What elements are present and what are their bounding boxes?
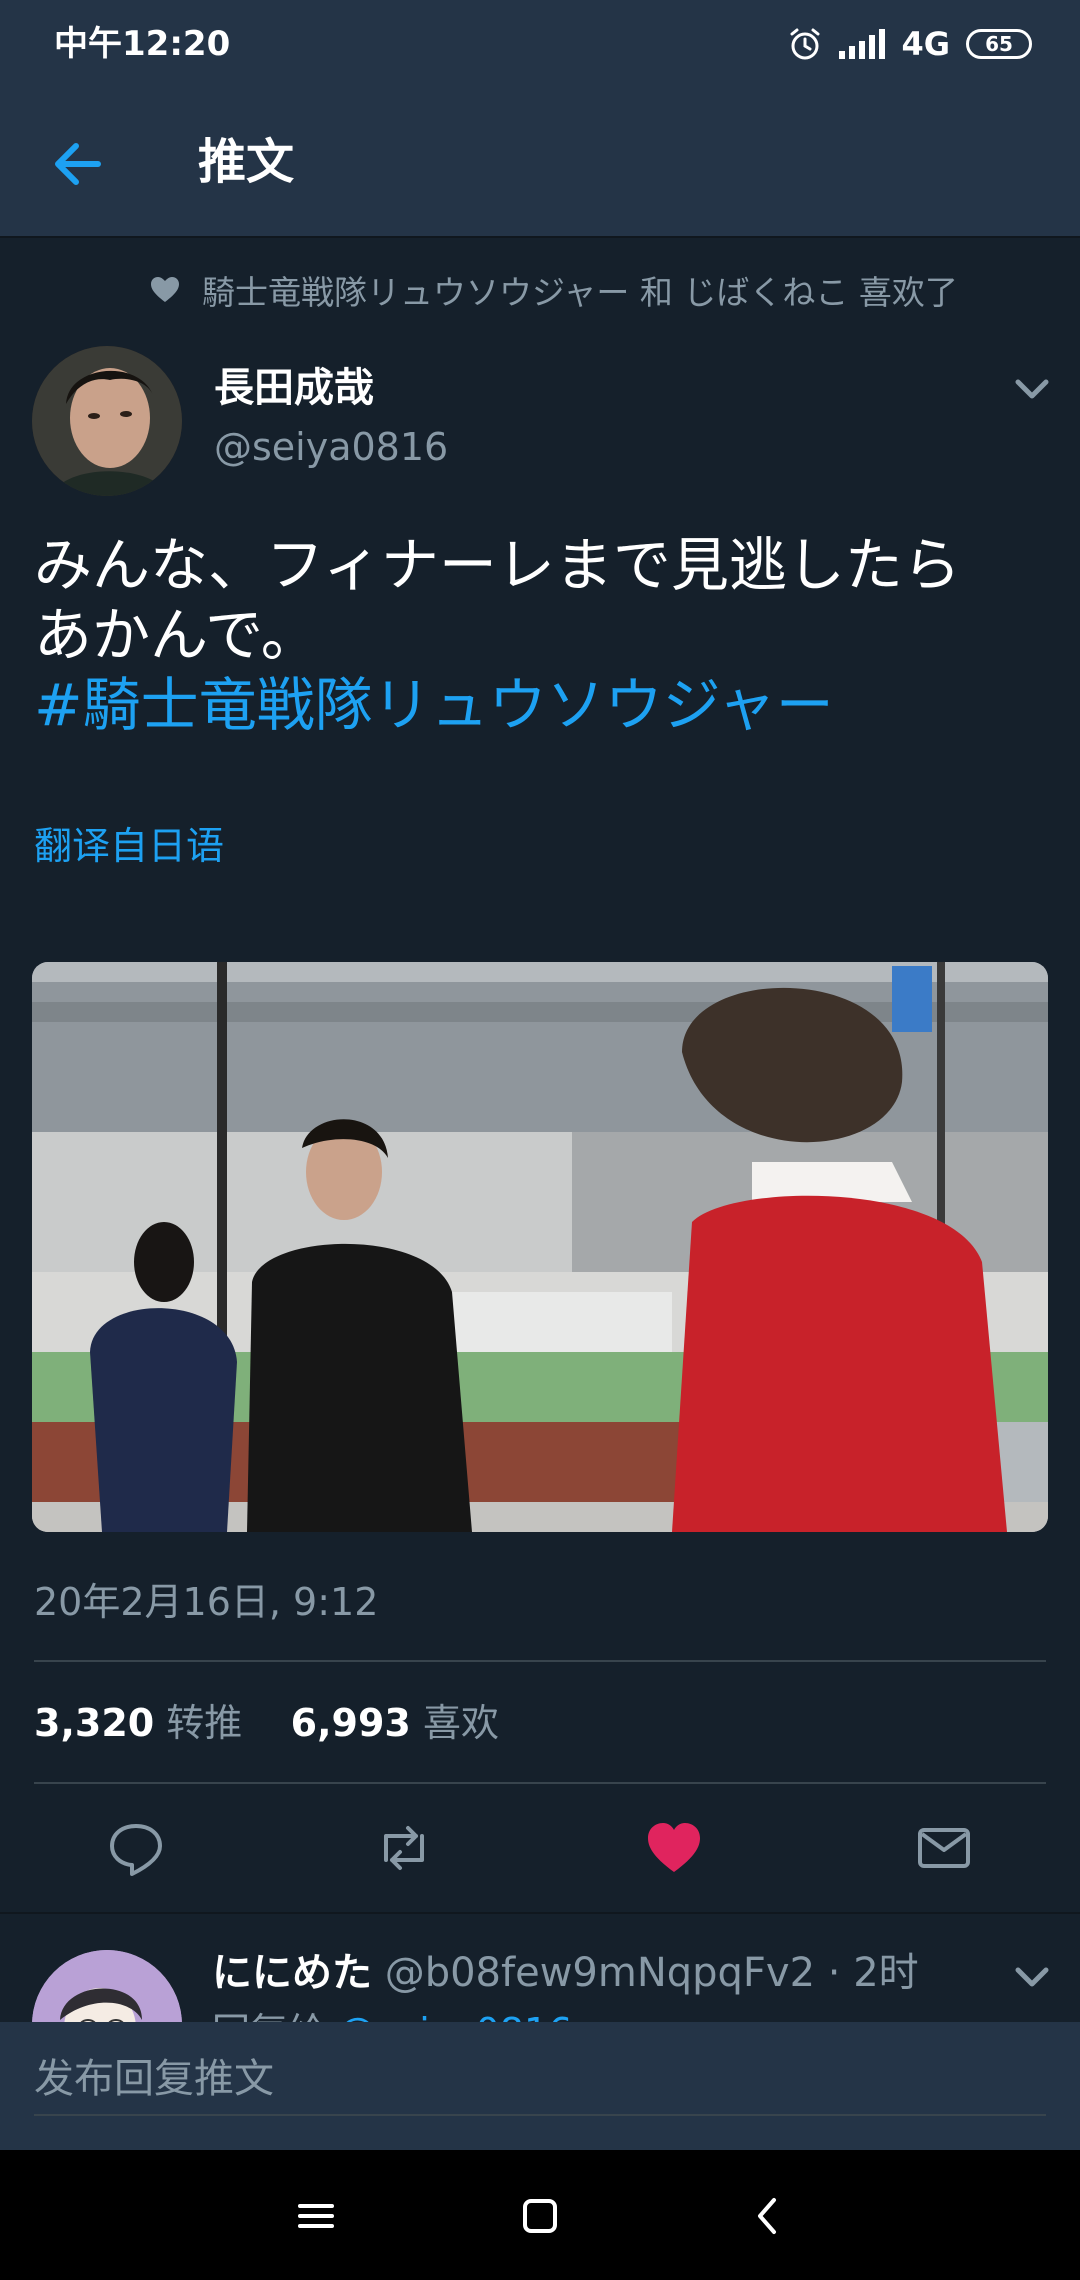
signal-icon (839, 29, 886, 59)
photo-image (32, 962, 1048, 1532)
battery-icon: 65 (966, 29, 1032, 59)
app-bar: 推文 (0, 88, 1080, 238)
reply-header: ににめた @b08few9mNqpqFv2 · 2时 (212, 1942, 919, 2004)
menu-nav-button[interactable] (288, 2188, 344, 2244)
network-type: 4G (901, 25, 950, 63)
like-button[interactable] (642, 1816, 706, 1880)
reply-input[interactable] (34, 2044, 1046, 2116)
status-icons: 4G 65 (787, 20, 1032, 68)
reply-button[interactable] (104, 1816, 168, 1880)
back-arrow-icon (55, 143, 101, 185)
page-title: 推文 (198, 134, 295, 190)
heart-icon (151, 277, 179, 302)
battery-level: 65 (985, 32, 1013, 56)
home-square-icon (523, 2199, 557, 2233)
tweet-actions (0, 1786, 1080, 1912)
translate-link[interactable]: 翻译自日语 (34, 818, 224, 874)
like-stat[interactable]: 6,993 喜欢 (291, 1701, 499, 1745)
avatar-photo (32, 346, 182, 496)
hashtag-link[interactable]: #騎士竜戦隊リュウソウジャー (34, 670, 1044, 740)
divider (34, 1660, 1046, 1662)
status-time: 中午12:20 (54, 24, 231, 64)
reply-icon (110, 1824, 162, 1876)
like-label: 喜欢 (422, 1701, 499, 1745)
back-nav-button[interactable] (740, 2188, 796, 2244)
retweet-count: 3,320 (34, 1701, 155, 1745)
chevron-down-icon (1015, 379, 1049, 399)
tweet-timestamp: 20年2月16日, 9:12 (34, 1580, 379, 1624)
social-context[interactable]: 騎士竜戦隊リュウソウジャー 和 じばくねこ 喜欢了 (150, 262, 958, 318)
tweet-menu-button[interactable] (1010, 366, 1054, 410)
chevron-down-icon (1015, 1967, 1049, 1987)
author-name[interactable]: 長田成哉 (214, 362, 374, 414)
social-context-text: 騎士竜戦隊リュウソウジャー 和 じばくねこ 喜欢了 (202, 273, 958, 312)
retweet-icon (384, 1826, 424, 1870)
retweet-label: 转推 (166, 1701, 243, 1745)
alarm-icon (790, 28, 820, 60)
tweet-text-line: あかんで。 (34, 601, 319, 669)
divider (0, 1912, 1080, 1914)
tweet-photo[interactable] (32, 962, 1048, 1532)
system-nav-bar (0, 2150, 1080, 2280)
tweet-text-line: みんな、フィナーレまで見逃したら (34, 531, 961, 599)
menu-icon (298, 2204, 334, 2228)
back-button[interactable] (46, 132, 110, 196)
divider (34, 1782, 1046, 1784)
author-handle[interactable]: @seiya0816 (214, 422, 448, 472)
reply-menu-button[interactable] (1010, 1954, 1054, 1998)
reply-author-handle[interactable]: @b08few9mNqpqFv2 · 2时 (385, 1950, 919, 1996)
tweet-text: みんな、フィナーレまで見逃したら あかんで。 #騎士竜戦隊リュウソウジャー (34, 530, 1044, 740)
heart-filled-icon (648, 1823, 700, 1872)
compose-bar (0, 2022, 1080, 2150)
like-count: 6,993 (290, 1701, 411, 1745)
author-avatar[interactable] (32, 346, 182, 496)
reply-author-name[interactable]: ににめた (212, 1950, 372, 1996)
tweet-stats: 3,320 转推 6,993 喜欢 (34, 1692, 499, 1754)
retweet-stat[interactable]: 3,320 转推 (34, 1701, 242, 1745)
home-nav-button[interactable] (512, 2188, 568, 2244)
back-chevron-icon (758, 2198, 776, 2234)
mail-icon (918, 1828, 970, 1868)
status-bar: 中午12:20 4G 65 (0, 0, 1080, 88)
share-dm-button[interactable] (912, 1816, 976, 1880)
retweet-button[interactable] (372, 1816, 436, 1880)
